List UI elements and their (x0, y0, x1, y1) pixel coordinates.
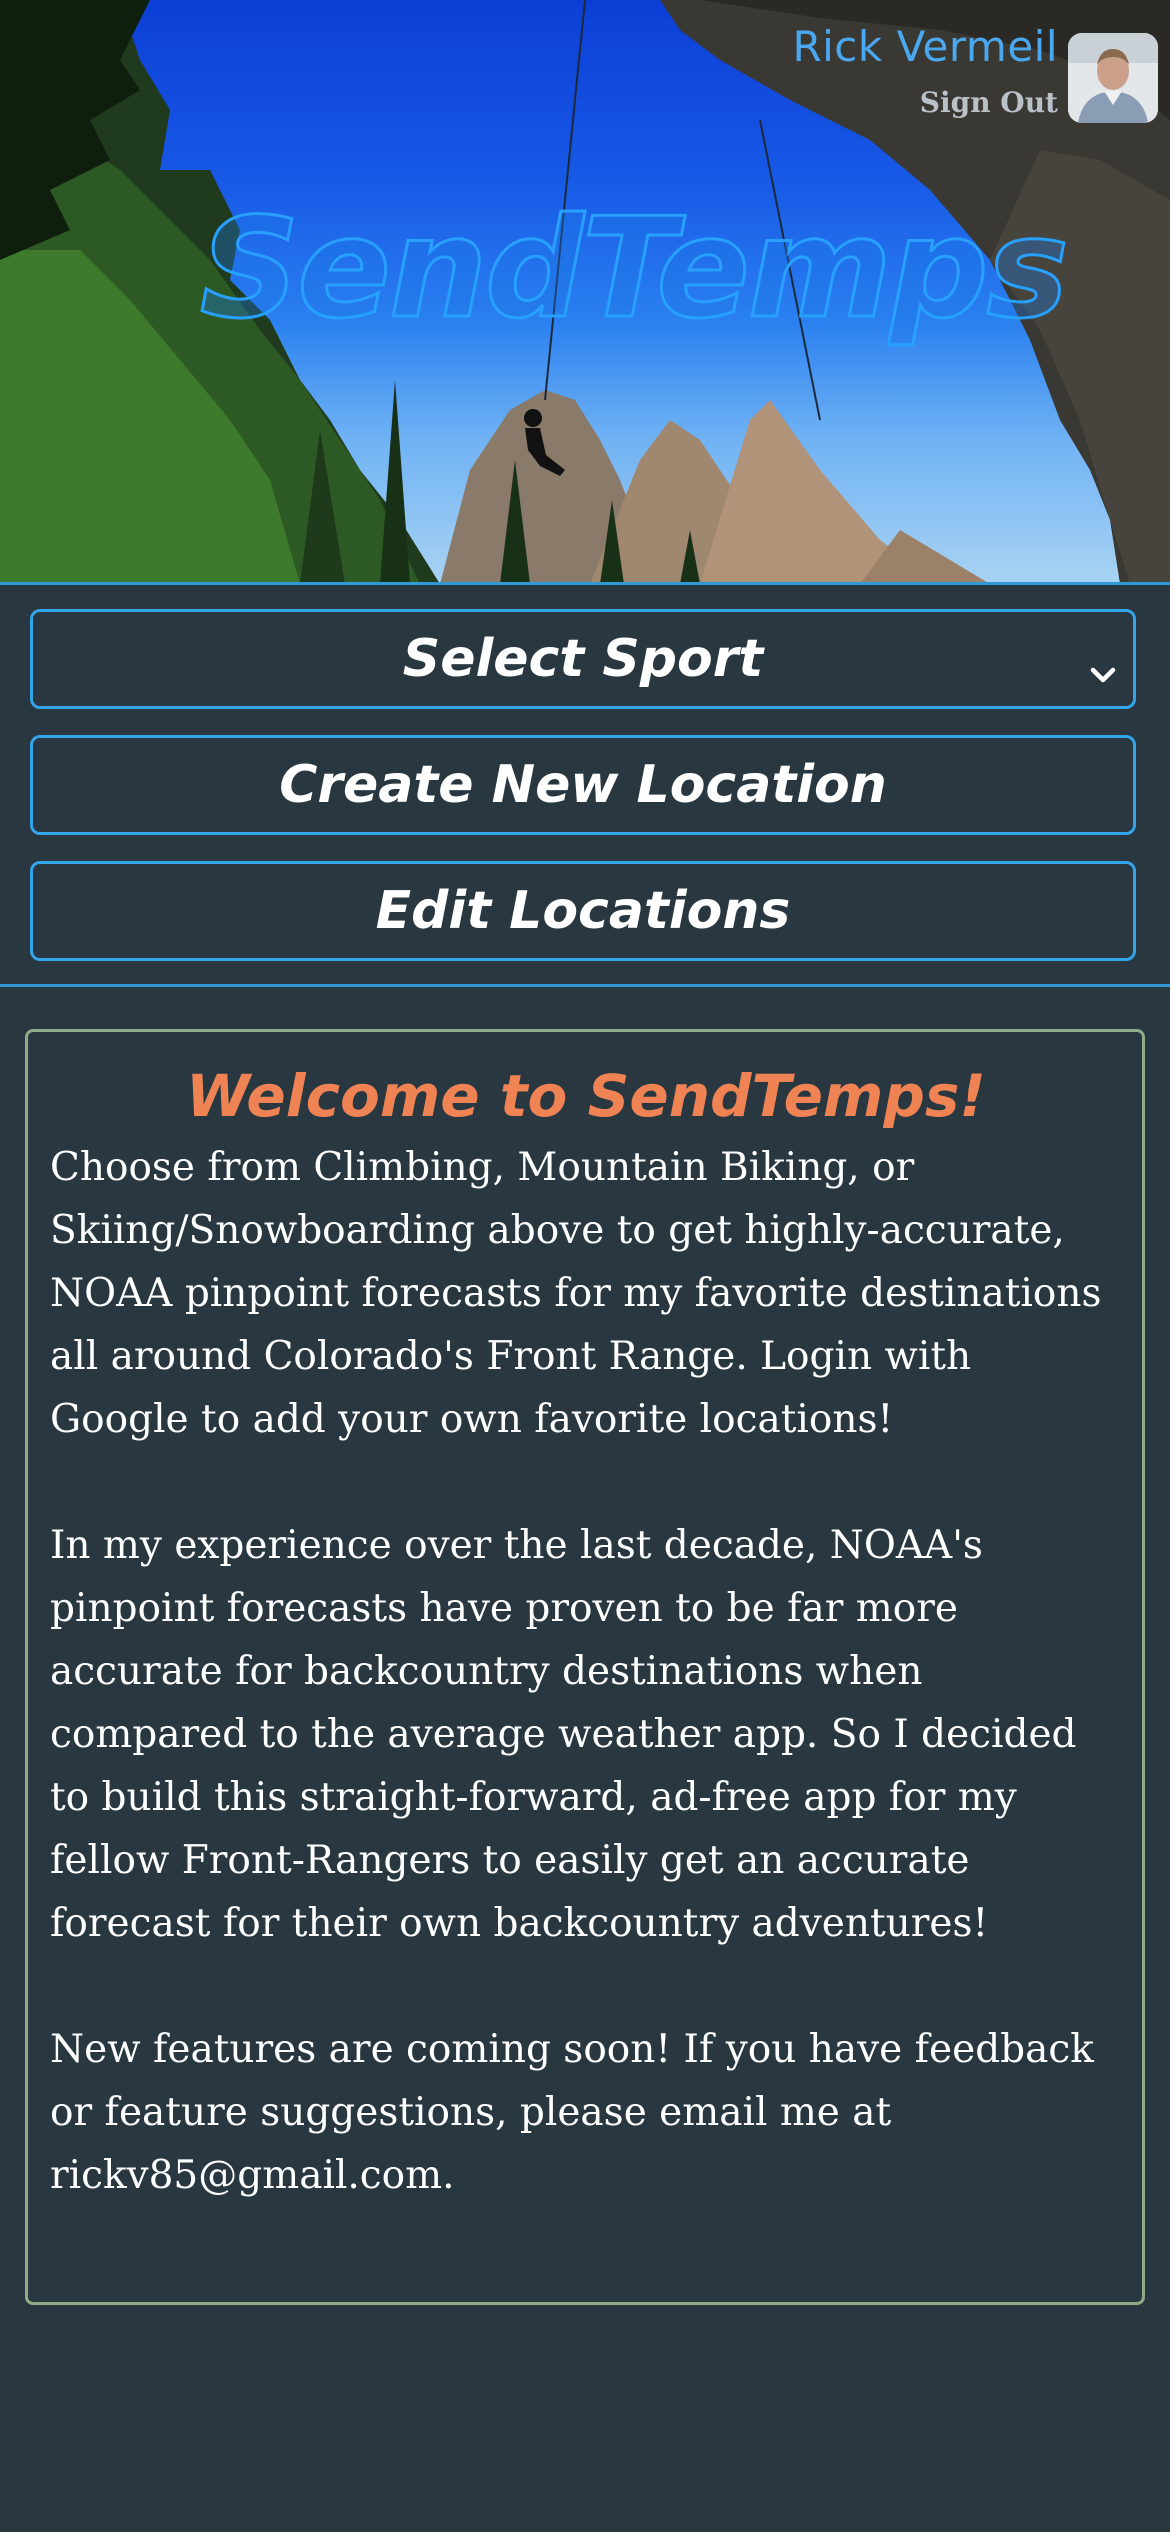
avatar[interactable] (1068, 33, 1158, 123)
sign-out-link[interactable]: Sign Out (920, 86, 1058, 119)
app-logo: SendTemps (199, 188, 1071, 349)
create-new-location-label: Create New Location (279, 755, 887, 815)
select-sport-dropdown[interactable]: Select Sport (30, 609, 1136, 709)
edit-locations-label: Edit Locations (375, 881, 791, 941)
welcome-paragraph-1: Choose from Climbing, Mountain Biking, o… (50, 1144, 1102, 1442)
controls-divider (0, 984, 1170, 987)
chevron-down-icon (1087, 644, 1119, 704)
welcome-paragraph-2: In my experience over the last decade, N… (50, 1522, 1077, 1946)
welcome-title: Welcome to SendTemps! (186, 1062, 986, 1130)
user-name: Rick Vermeil (792, 22, 1058, 71)
select-sport-label: Select Sport (402, 629, 764, 689)
create-new-location-button[interactable]: Create New Location (30, 735, 1136, 835)
user-avatar-photo (1068, 33, 1158, 123)
hero-banner: SendTemps Rick Vermeil Sign Out (0, 0, 1170, 584)
welcome-card: Welcome to SendTemps! Choose from Climbi… (25, 1029, 1145, 2305)
welcome-paragraph-3: New features are coming soon! If you hav… (50, 2026, 1094, 2198)
edit-locations-button[interactable]: Edit Locations (30, 861, 1136, 961)
controls-panel: Select Sport Create New Location Edit Lo… (0, 585, 1170, 985)
